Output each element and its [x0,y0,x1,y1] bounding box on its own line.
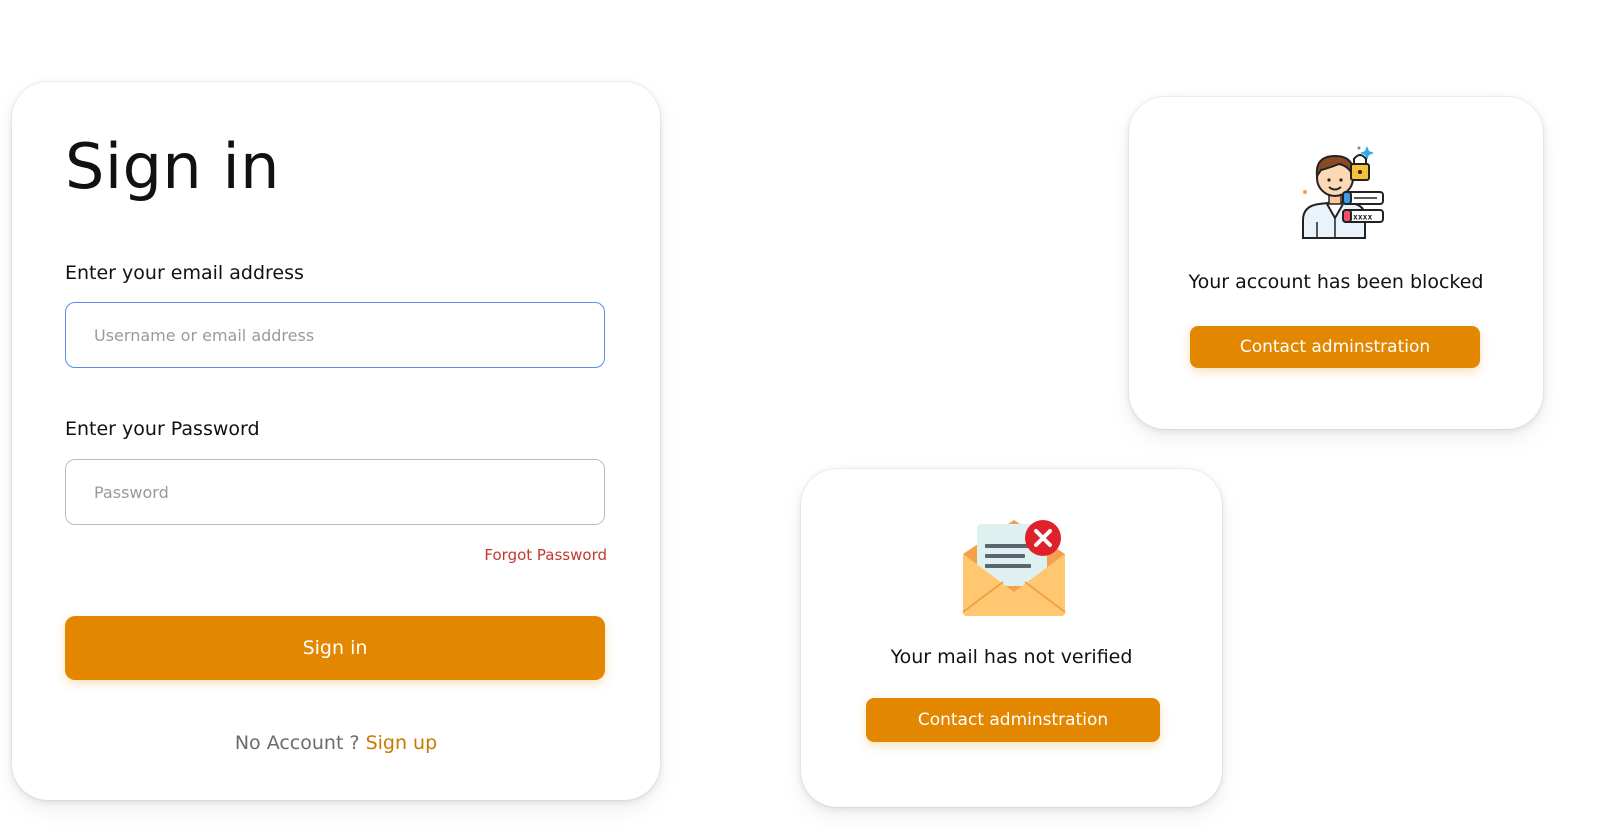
mail-message: Your mail has not verified [890,646,1133,668]
no-account-text: No Account ? [234,732,360,754]
contact-admin-button[interactable]: Contact adminstration [866,698,1160,742]
password-mask-text: xxxx [1353,213,1372,222]
password-field[interactable] [65,459,605,525]
signin-card: Sign in Enter your email address Enter y… [12,82,660,800]
sparkle-icon [1360,146,1374,160]
page-title: Sign in [65,130,280,203]
contact-admin-button[interactable]: Contact adminstration [1190,326,1480,368]
account-blocked-card: xxxx Your account has been blocked Conta… [1129,97,1543,429]
blocked-message: Your account has been blocked [1188,271,1484,293]
sparkle-icon [1303,190,1307,194]
signin-button[interactable]: Sign in [65,616,605,680]
forgot-password-link[interactable]: Forgot Password [484,546,607,564]
mail-not-verified-card: Your mail has not verified Contact admin… [801,469,1222,807]
email-field[interactable] [65,302,605,368]
email-label: Enter your email address [65,262,304,284]
signup-row: No Account ? Sign up [12,732,660,754]
sparkle-icon [1357,146,1361,150]
password-label: Enter your Password [65,418,260,440]
signup-link[interactable]: Sign up [366,732,438,754]
mail-error-icon [962,520,1066,616]
user-lock-icon: xxxx [1302,146,1384,239]
